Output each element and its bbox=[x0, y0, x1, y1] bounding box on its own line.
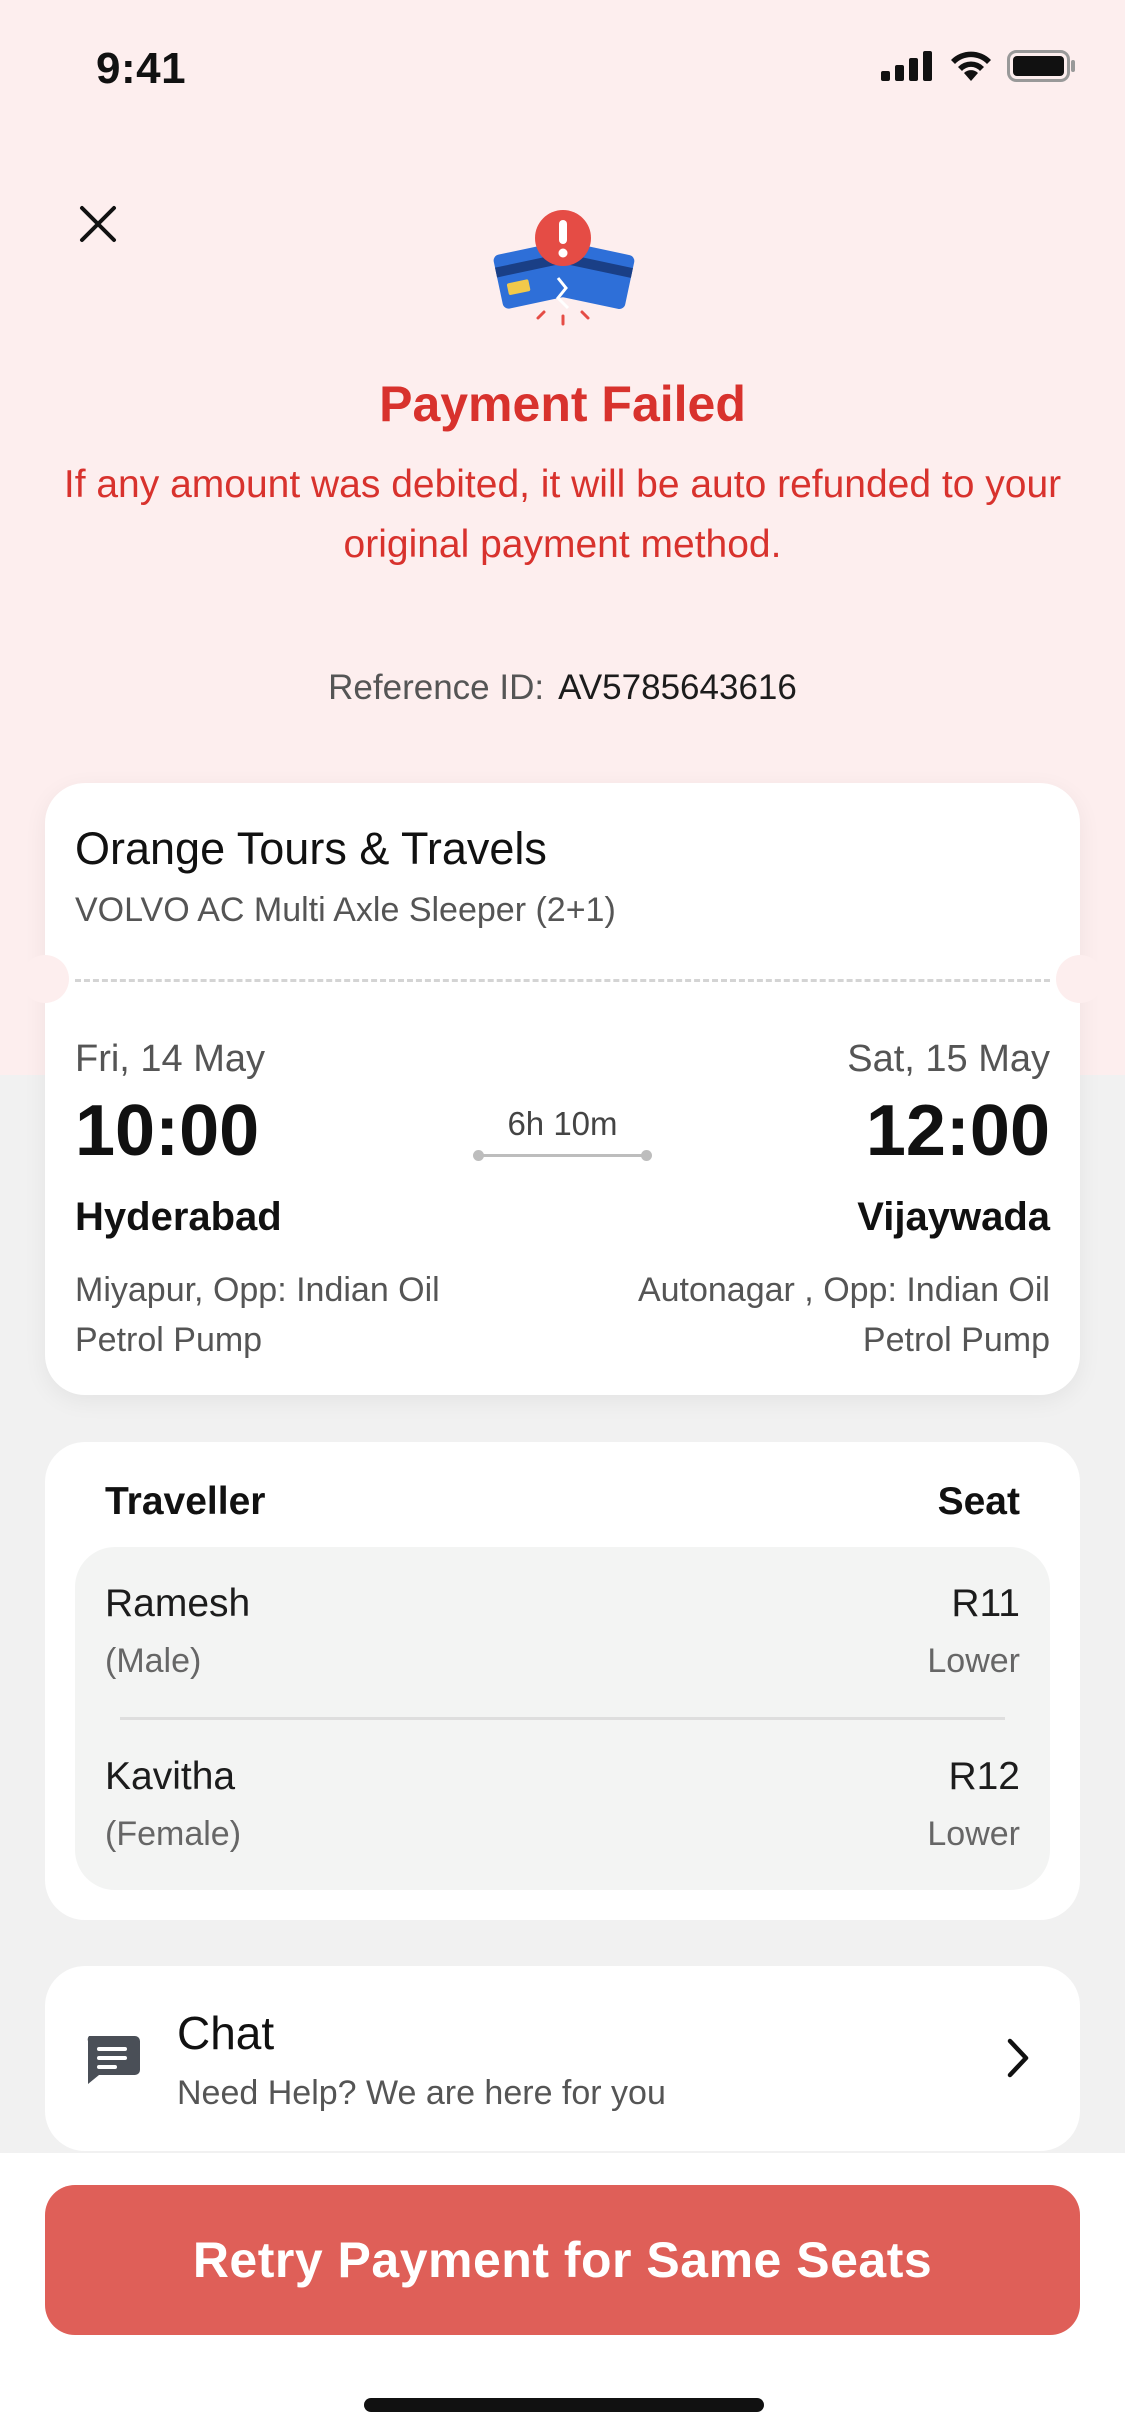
travellers-card: Traveller Seat Ramesh (Male) R11 Lower K… bbox=[45, 1442, 1080, 1920]
reference-id[interactable]: AV5785643616 bbox=[558, 668, 797, 707]
ticket-notch-left bbox=[21, 955, 69, 1003]
status-icons bbox=[881, 50, 1077, 82]
traveller-name: Ramesh bbox=[105, 1582, 251, 1625]
traveller-gender: (Female) bbox=[105, 1815, 242, 1853]
duration-line bbox=[473, 1150, 652, 1161]
chevron-right-icon bbox=[1007, 2038, 1029, 2078]
close-icon bbox=[80, 206, 116, 242]
seat-number: R11 bbox=[951, 1582, 1020, 1625]
payment-failed-title: Payment Failed bbox=[379, 376, 746, 432]
arrival-city: Vijaywada bbox=[857, 1195, 1050, 1239]
operator-name: Orange Tours & Travels bbox=[75, 823, 547, 874]
trip-details-card: Orange Tours & Travels VOLVO AC Multi Ax… bbox=[21, 783, 1104, 1395]
arrival-date: Sat, 15 May bbox=[847, 1038, 1050, 1080]
status-time: 9:41 bbox=[96, 44, 187, 93]
berth-type: Lower bbox=[927, 1815, 1020, 1853]
berth-type: Lower bbox=[927, 1642, 1020, 1680]
wifi-icon bbox=[951, 51, 991, 81]
refund-message: If any amount was debited, it will be au… bbox=[63, 463, 1062, 566]
chat-subtitle: Need Help? We are here for you bbox=[177, 2074, 666, 2112]
retry-payment-button[interactable]: Retry Payment for Same Seats bbox=[45, 2185, 1080, 2335]
traveller-name: Kavitha bbox=[105, 1755, 236, 1798]
ticket-divider bbox=[75, 979, 1050, 982]
close-button[interactable] bbox=[70, 196, 126, 252]
battery-icon bbox=[1007, 50, 1075, 82]
departure-time: 10:00 bbox=[75, 1091, 260, 1171]
chat-icon bbox=[87, 2036, 140, 2084]
reference-label: Reference ID: bbox=[328, 668, 545, 707]
traveller-header: Traveller bbox=[105, 1480, 266, 1523]
seat-number: R12 bbox=[948, 1755, 1020, 1798]
cellular-signal-icon bbox=[881, 51, 932, 81]
bus-type: VOLVO AC Multi Axle Sleeper (2+1) bbox=[75, 891, 616, 929]
chat-title: Chat bbox=[177, 2007, 275, 2059]
traveller-row: Kavitha (Female) R12 Lower bbox=[75, 1720, 1050, 1890]
departure-date: Fri, 14 May bbox=[75, 1038, 266, 1080]
reference-line: Reference ID: AV5785643616 bbox=[0, 668, 1125, 708]
dropping-point: Autonagar , Opp: Indian Oil Petrol Pump bbox=[637, 1271, 1050, 1359]
departure-city: Hyderabad bbox=[75, 1195, 282, 1239]
traveller-gender: (Male) bbox=[105, 1642, 202, 1680]
traveller-row: Ramesh (Male) R11 Lower bbox=[75, 1547, 1050, 1720]
traveller-list: Ramesh (Male) R11 Lower Kavitha (Female)… bbox=[75, 1547, 1050, 1890]
ticket-notch-right bbox=[1056, 955, 1104, 1003]
chat-support-card[interactable]: Chat Need Help? We are here for you bbox=[45, 1966, 1080, 2151]
journey-duration: 6h 10m bbox=[507, 1105, 618, 1142]
arrival-time: 12:00 bbox=[865, 1091, 1050, 1171]
payment-failed-illustration bbox=[493, 210, 635, 326]
seat-header: Seat bbox=[937, 1480, 1020, 1523]
boarding-point: Miyapur, Opp: Indian Oil Petrol Pump bbox=[75, 1271, 440, 1359]
home-indicator[interactable] bbox=[364, 2398, 764, 2412]
